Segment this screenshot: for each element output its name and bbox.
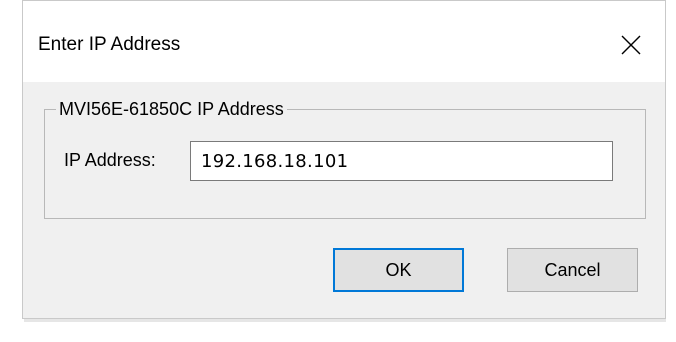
group-box-legend: MVI56E-61850C IP Address: [56, 98, 287, 120]
cancel-button[interactable]: Cancel: [507, 248, 638, 292]
close-button[interactable]: [605, 21, 657, 69]
dialog-shadow: [24, 319, 666, 322]
ip-address-input[interactable]: [190, 141, 613, 181]
title-bar: Enter IP Address: [23, 1, 665, 82]
dialog-title: Enter IP Address: [38, 34, 181, 55]
close-icon: [621, 35, 641, 55]
enter-ip-dialog: Enter IP Address MVI56E-61850C IP Addres…: [22, 0, 666, 319]
ok-button[interactable]: OK: [333, 248, 464, 292]
ip-address-label: IP Address:: [64, 150, 156, 170]
